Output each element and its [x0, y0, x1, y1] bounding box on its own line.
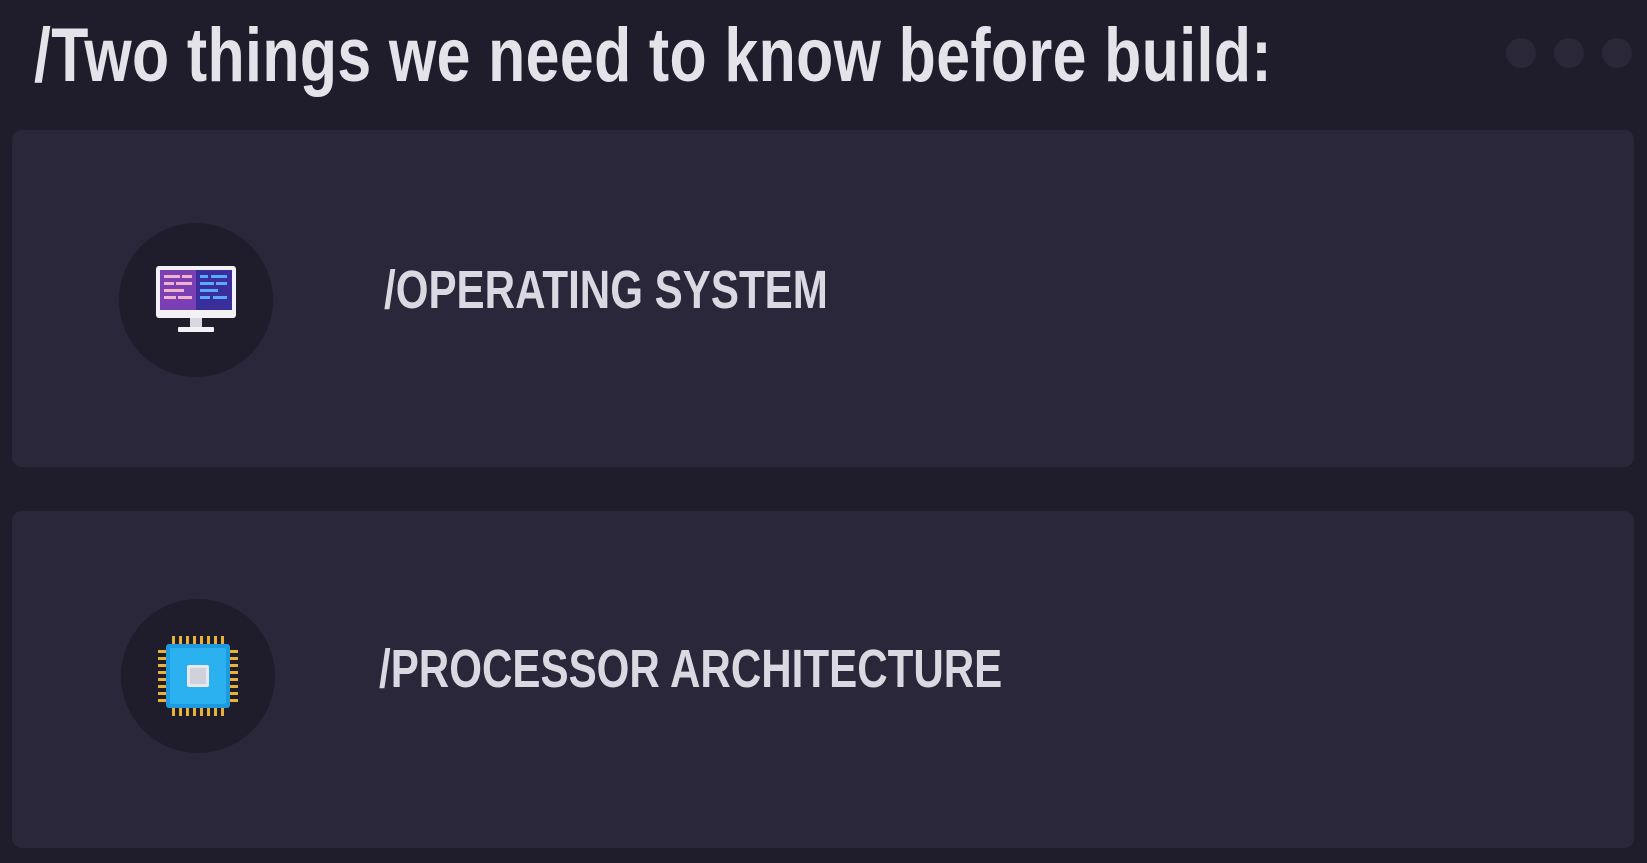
card-processor-architecture: /PROCESSOR ARCHITECTURE [12, 511, 1634, 848]
slide-title: /Two things we need to know before build… [34, 13, 1273, 98]
card-label: /OPERATING SYSTEM [384, 260, 828, 320]
dot-icon [1506, 38, 1536, 68]
dot-icon [1554, 38, 1584, 68]
card-operating-system: /OPERATING SYSTEM [12, 130, 1634, 467]
window-dots [1506, 38, 1632, 68]
computer-monitor-icon [156, 266, 236, 332]
cpu-chip-icon [158, 636, 238, 716]
icon-badge [119, 223, 273, 377]
icon-badge [121, 599, 275, 753]
card-label: /PROCESSOR ARCHITECTURE [379, 639, 1003, 699]
dot-icon [1602, 38, 1632, 68]
